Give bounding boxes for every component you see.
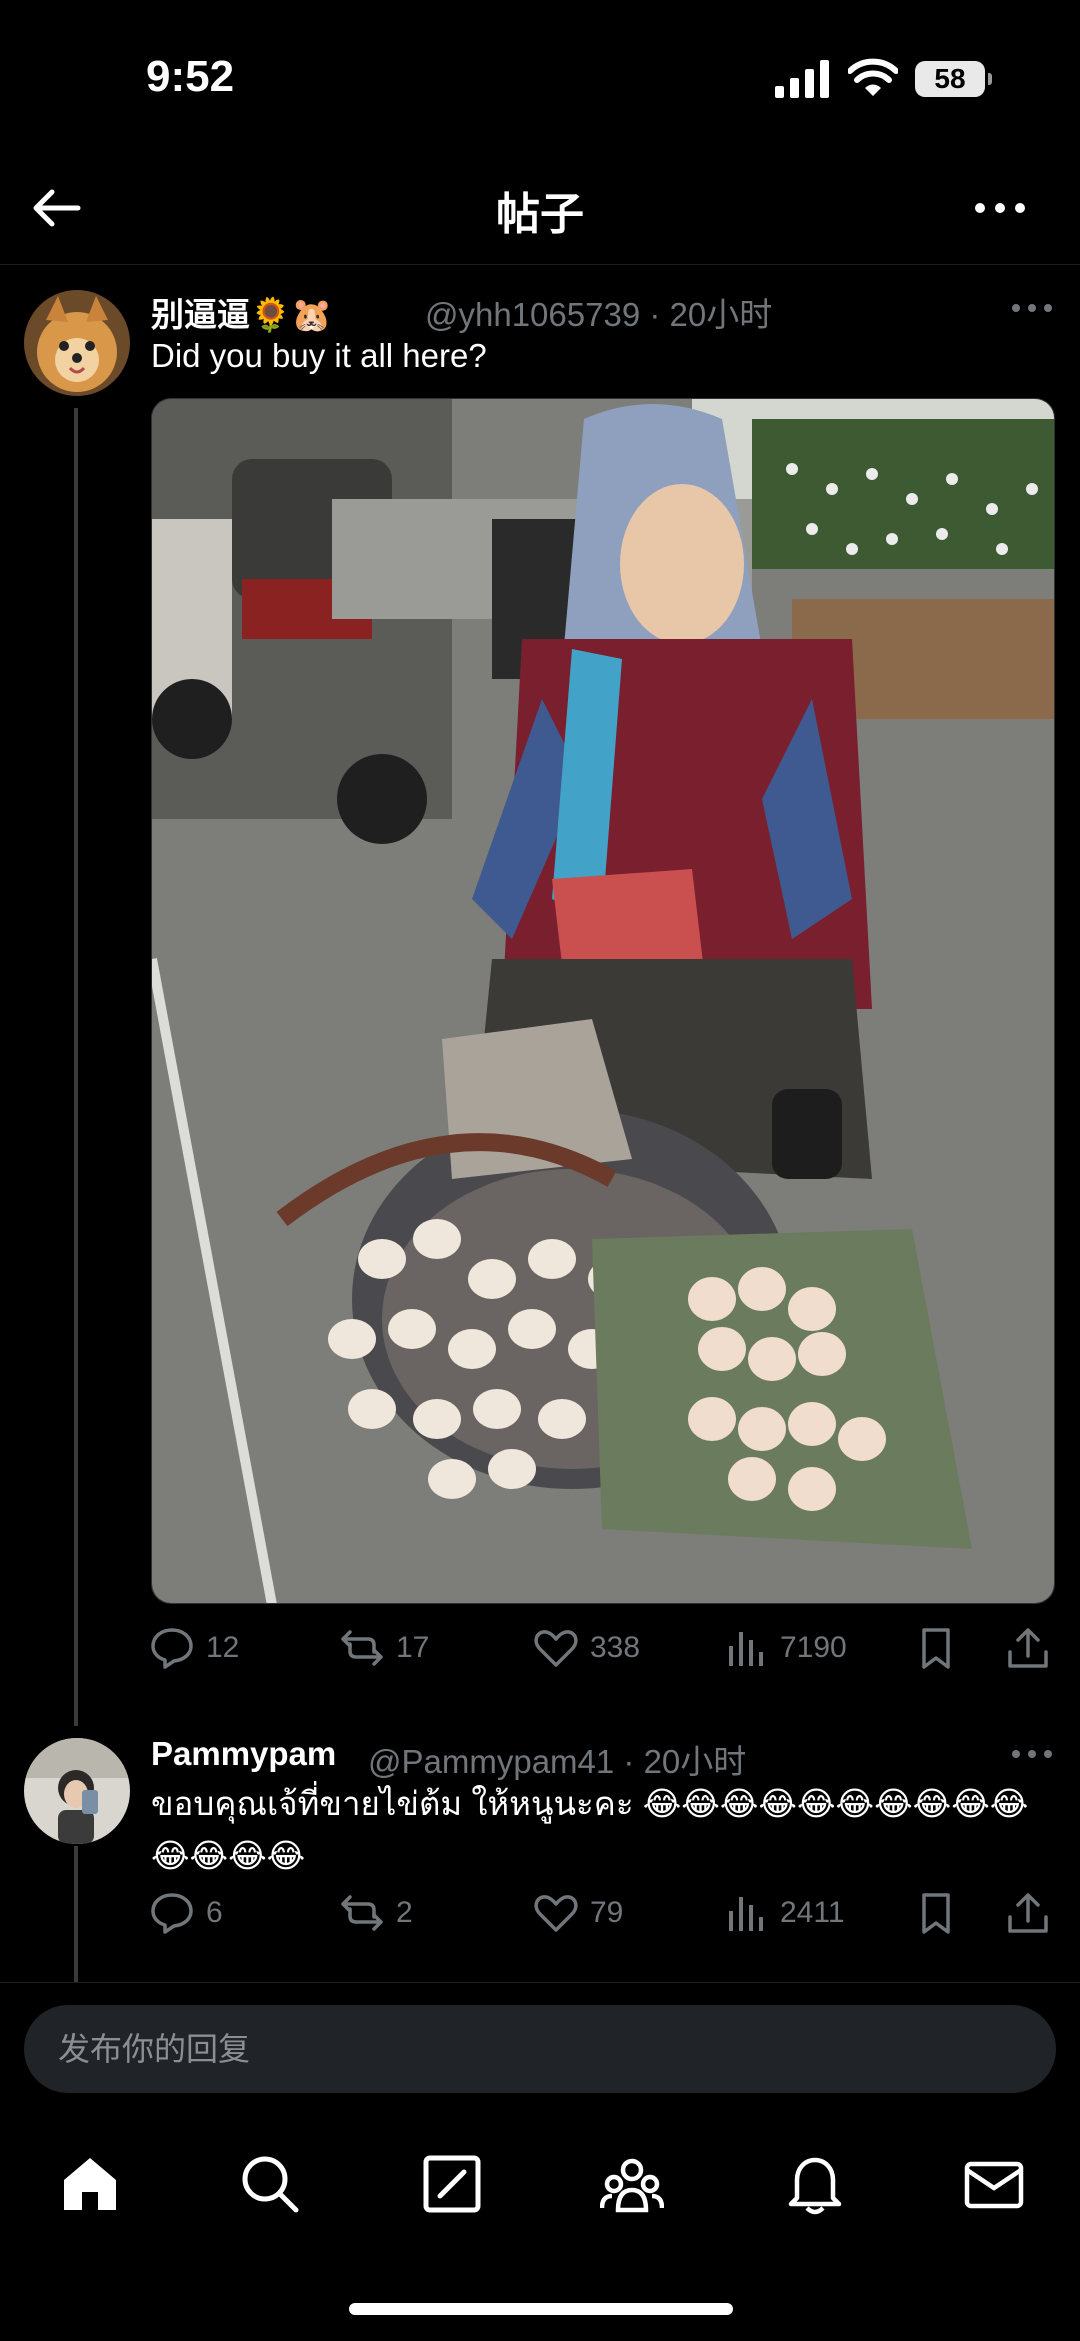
view-count: 2411 [780,1896,845,1929]
author-handle-time[interactable]: @Pammypam41 · 20小时 [368,1735,746,1783]
reply-count: 6 [206,1896,223,1929]
repost-button[interactable]: 2 [340,1888,413,1938]
bookmark-icon [922,1893,950,1934]
share-button[interactable] [1006,1888,1050,1938]
views-button[interactable]: 2411 [724,1888,845,1938]
share-icon [1008,1628,1048,1668]
heart-icon [534,1895,578,1932]
like-button[interactable]: 338 [534,1623,640,1673]
reply-count: 12 [206,1631,240,1664]
like-button[interactable]: 79 [534,1888,623,1938]
reply-composer-bar [0,1982,1080,2122]
home-indicator[interactable] [349,2303,733,2315]
notifications-bell-icon[interactable] [783,2152,847,2216]
bookmark-button[interactable] [914,1623,958,1673]
cellular-signal-icon [775,60,829,98]
thread-line [74,408,78,1726]
repost-icon [341,1630,383,1666]
messages-envelope-icon[interactable] [962,2152,1026,2216]
tweet-more-icon[interactable] [1010,1744,1054,1764]
status-time: 9:52 [146,52,235,101]
search-icon[interactable] [238,2152,302,2216]
reply-icon [151,1893,193,1934]
tweet-text: ขอบคุณเจ้ที่ขายไข่ต้ม ให้หนูนะคะ 😂😂😂😂😂😂😂… [151,1785,1029,1874]
repost-icon [341,1895,383,1931]
author-name[interactable]: Pammypam [151,1735,336,1773]
author-handle-time[interactable]: @yhh1065739 · 20小时 [425,288,772,336]
like-count: 338 [590,1631,641,1664]
reply-button[interactable]: 12 [150,1623,239,1673]
author-name[interactable]: 别逼逼🌻🐹 [151,288,332,336]
tweet-actions: 12 17 338 7190 [150,1623,1060,1673]
tweet-text: Did you buy it all here? [151,337,487,374]
views-chart-icon [729,1897,763,1931]
reply-input[interactable] [24,2005,1056,2093]
tweet-photo[interactable] [151,398,1055,1604]
wifi-icon [848,58,898,96]
view-count: 7190 [780,1631,847,1664]
repost-count: 17 [396,1631,430,1664]
views-button[interactable]: 7190 [724,1623,847,1673]
share-icon [1008,1893,1048,1933]
bookmark-button[interactable] [914,1888,958,1938]
thread-line [74,1846,78,1982]
reply-button[interactable]: 6 [150,1888,223,1938]
reply-icon [151,1628,193,1669]
compose-icon[interactable] [420,2152,484,2216]
avatar[interactable] [24,290,130,396]
bookmark-icon [922,1628,950,1669]
heart-icon [534,1630,578,1667]
avatar[interactable] [24,1738,130,1844]
tweet-more-icon[interactable] [1010,298,1054,318]
page-title: 帖子 [496,190,584,239]
communities-icon[interactable] [600,2152,664,2216]
top-nav-bar: 帖子 [0,150,1080,265]
tweet-actions: 6 2 79 2411 [150,1888,1060,1938]
home-icon[interactable] [58,2152,122,2216]
more-options-icon[interactable] [970,188,1030,228]
like-count: 79 [590,1896,624,1929]
status-bar: 9:52 58 [0,0,1080,150]
repost-count: 2 [396,1896,413,1929]
battery-indicator: 58 [915,61,992,97]
repost-button[interactable]: 17 [340,1623,429,1673]
views-chart-icon [729,1632,763,1666]
share-button[interactable] [1006,1623,1050,1673]
